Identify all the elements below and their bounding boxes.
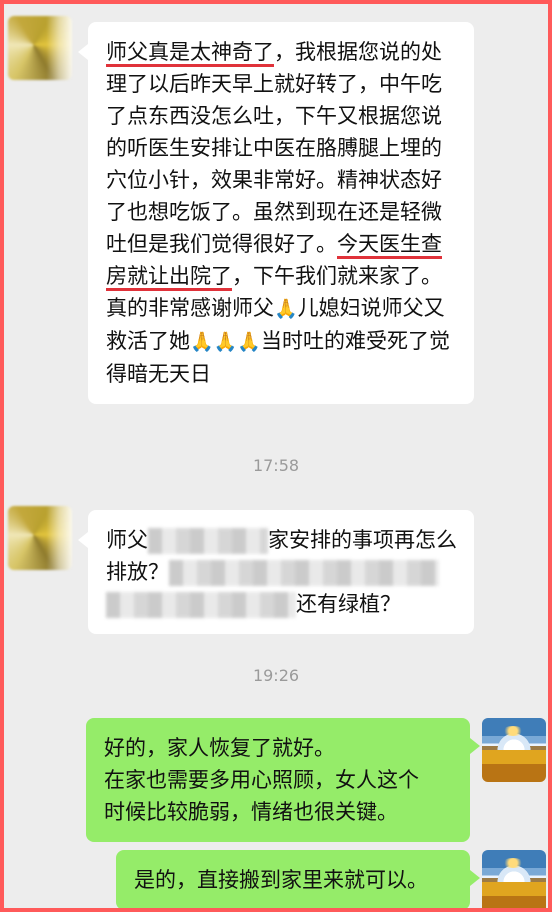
user-avatar[interactable] [482, 718, 546, 782]
redacted-block [148, 528, 268, 554]
chat-window: 师父真是太神奇了，我根据您说的处理了以后昨天早上就好转了，中午吃了点东西没怎么吐… [4, 4, 548, 908]
message-text: 在家也需要多用心照顾，女人这个 [104, 768, 419, 792]
contact-avatar[interactable] [8, 16, 72, 80]
message-text: ，我根据您说的处理了以后昨天早上就好转了，中午吃了点东西没怎么吐，下午又根据您说… [106, 40, 442, 256]
incoming-message-2[interactable]: 师父 家安排的事项再怎么 排放？ 还有绿植？ [78, 510, 474, 634]
user-avatar[interactable] [482, 850, 546, 908]
redacted-block [169, 560, 439, 586]
message-text: 时候比较脆弱，情绪也很关键。 [104, 800, 398, 824]
message-text: 还有绿植？ [296, 592, 401, 616]
incoming-message-1[interactable]: 师父真是太神奇了，我根据您说的处理了以后昨天早上就好转了，中午吃了点东西没怎么吐… [78, 22, 474, 404]
timestamp: 19:26 [252, 666, 300, 685]
outgoing-message-2[interactable]: 是的，直接搬到家里来就可以。 [116, 850, 480, 908]
message-text: 排放？ [106, 560, 169, 584]
timestamp: 17:58 [252, 456, 300, 475]
folded-hands-icon: 🙏 [190, 331, 214, 353]
folded-hands-icon: 🙏 [237, 331, 262, 353]
message-text: 好的，家人恢复了就好。 [104, 736, 335, 760]
redacted-block [106, 592, 296, 618]
highlighted-text: 师父真是太神奇了 [106, 40, 274, 64]
message-text: 是的，直接搬到家里来就可以。 [134, 868, 428, 892]
message-text: 家安排的事项再怎么 [268, 528, 457, 552]
folded-hands-icon: 🙏 [274, 298, 298, 320]
contact-avatar[interactable] [8, 506, 72, 570]
folded-hands-icon: 🙏 [213, 331, 238, 353]
message-text: 师父 [106, 528, 148, 552]
outgoing-message-1[interactable]: 好的，家人恢复了就好。 在家也需要多用心照顾，女人这个 时候比较脆弱，情绪也很关… [86, 718, 480, 842]
